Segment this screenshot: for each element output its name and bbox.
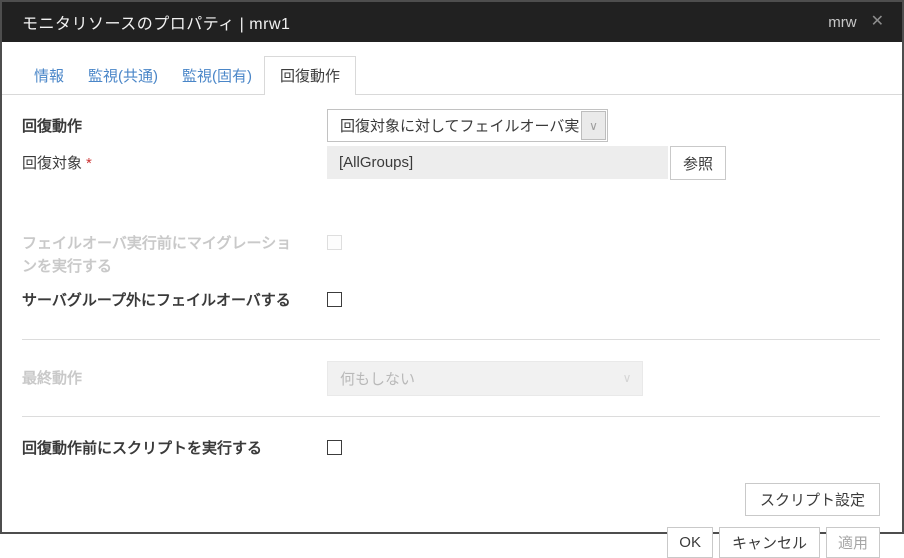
recovery-target-row: 回復対象 * [AllGroups] 参照 xyxy=(22,146,880,180)
tab-info[interactable]: 情報 xyxy=(22,56,76,94)
migration-before-failover-label: フェイルオーバ実行前にマイグレーションを実行する xyxy=(22,235,292,275)
tab-recovery-action[interactable]: 回復動作 xyxy=(264,56,357,95)
tab-monitor-special[interactable]: 監視(固有) xyxy=(170,56,264,94)
final-action-selected-value: 何もしない xyxy=(340,370,416,388)
migration-before-failover-label-wrap: フェイルオーバ実行前にマイグレーションを実行する xyxy=(22,226,327,278)
tab-bar: 情報 監視(共通) 監視(固有) 回復動作 xyxy=(2,56,902,95)
close-icon[interactable]: ✕ xyxy=(871,14,884,30)
chevron-down-icon: ∨ xyxy=(622,371,632,385)
browse-button[interactable]: 参照 xyxy=(670,146,726,180)
script-before-recovery-label: 回復動作前にスクリプトを実行する xyxy=(22,439,263,457)
final-action-select: 何もしない ∨ xyxy=(327,360,643,396)
tab-panel-recovery-action: 回復動作 回復対象に対してフェイルオーバ実行 ∨ 回復対象 * [AllGroup… xyxy=(2,95,902,558)
recovery-target-value-field: [AllGroups] xyxy=(327,146,668,179)
recovery-target-label-wrap: 回復対象 * xyxy=(22,146,327,176)
section-divider xyxy=(22,415,880,417)
migration-before-failover-checkbox xyxy=(327,235,342,250)
script-settings-button[interactable]: スクリプト設定 xyxy=(744,483,880,516)
final-action-label: 最終動作 xyxy=(22,369,83,387)
cancel-button[interactable]: キャンセル xyxy=(718,527,820,558)
failover-outside-server-group-label: サーバグループ外にフェイルオーバする xyxy=(22,292,291,309)
failover-outside-server-group-row: サーバグループ外にフェイルオーバする xyxy=(22,283,880,313)
recovery-action-label: 回復動作 xyxy=(22,118,83,135)
script-before-recovery-row: 回復動作前にスクリプトを実行する xyxy=(22,431,880,461)
script-before-recovery-checkbox[interactable] xyxy=(327,439,342,455)
dialog-footer: OK キャンセル 適用 xyxy=(22,527,880,558)
recovery-target-label: 回復対象 xyxy=(22,155,83,172)
recovery-action-select[interactable]: 回復対象に対してフェイルオーバ実行 ∨ xyxy=(327,109,608,142)
recovery-action-selected-value: 回復対象に対してフェイルオーバ実行 xyxy=(340,118,580,135)
recovery-action-row: 回復動作 回復対象に対してフェイルオーバ実行 ∨ xyxy=(22,109,880,142)
dialog-titlebar: モニタリソースのプロパティ | mrw1 mrw ✕ xyxy=(2,2,902,42)
script-settings-row: スクリプト設定 xyxy=(22,483,880,516)
migration-before-failover-row: フェイルオーバ実行前にマイグレーションを実行する xyxy=(22,226,880,278)
window-tag: mrw xyxy=(828,13,857,31)
chevron-down-icon: ∨ xyxy=(581,111,606,140)
tab-monitor-common[interactable]: 監視(共通) xyxy=(76,56,170,94)
final-action-row: 最終動作 何もしない ∨ xyxy=(22,360,880,396)
section-divider xyxy=(22,338,880,340)
required-asterisk: * xyxy=(86,155,92,172)
apply-button: 適用 xyxy=(825,527,880,558)
ok-button[interactable]: OK xyxy=(667,527,713,558)
monitor-resource-properties-dialog: モニタリソースのプロパティ | mrw1 mrw ✕ 情報 監視(共通) 監視(… xyxy=(0,0,904,558)
dialog-title: モニタリソースのプロパティ | mrw1 xyxy=(22,16,291,33)
failover-outside-server-group-checkbox[interactable] xyxy=(327,292,342,307)
